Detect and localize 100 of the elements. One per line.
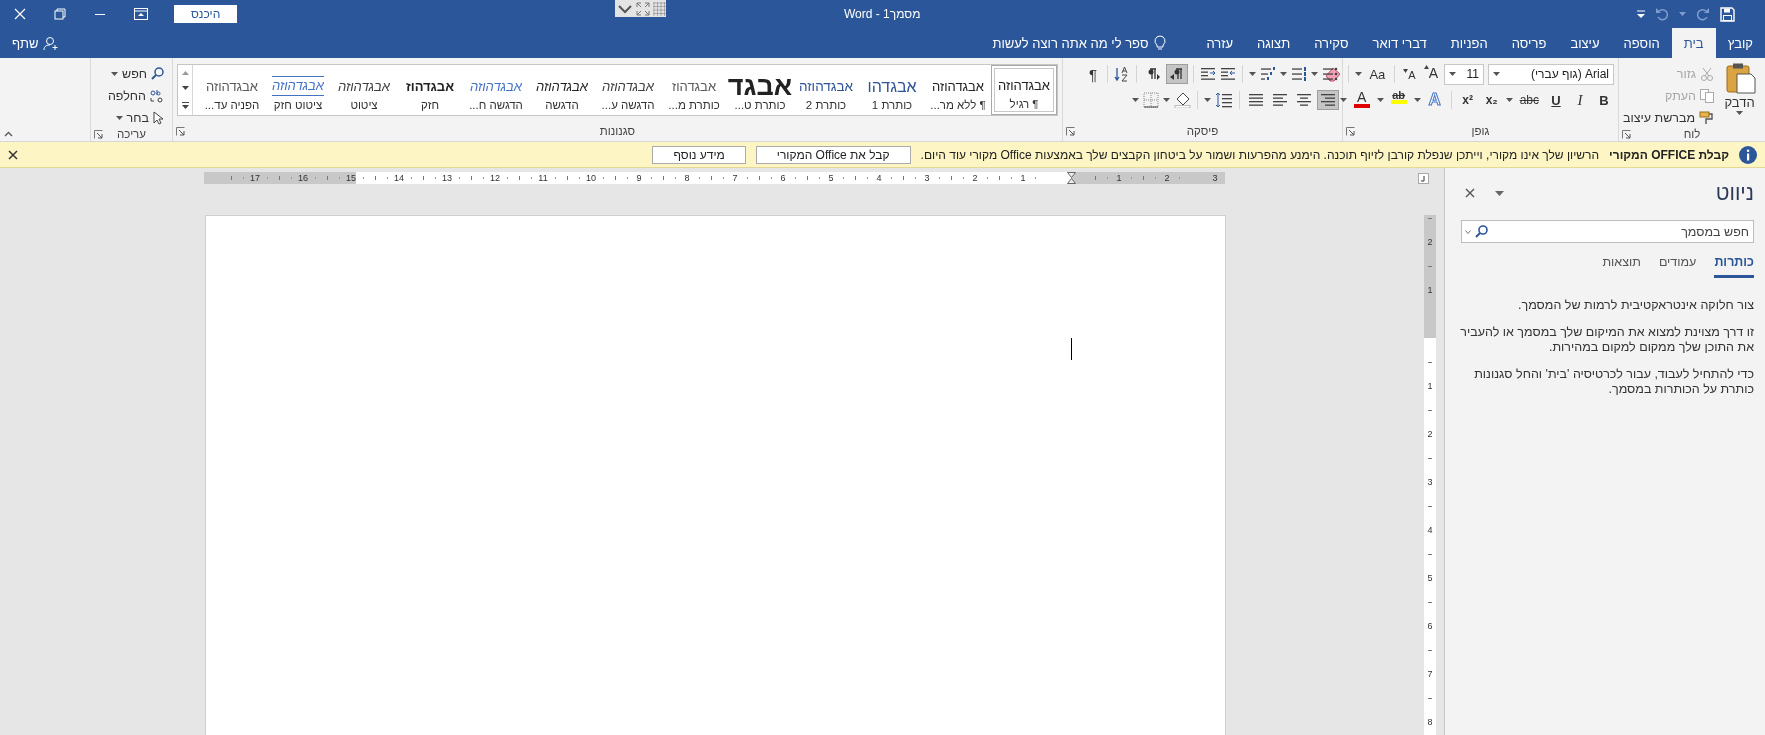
dropdown-icon[interactable] <box>1495 190 1504 196</box>
find-button[interactable]: חפש <box>107 64 164 83</box>
caret-icon[interactable] <box>1132 98 1139 102</box>
dialog-launcher-icon[interactable] <box>1346 126 1355 136</box>
caret-icon[interactable] <box>1204 98 1211 102</box>
style-item[interactable]: אבגדהוזה הדגשה ע... <box>595 65 661 115</box>
info-bar-button[interactable]: קבל את Office המקורי <box>755 145 911 164</box>
font-name-field[interactable]: Arial (גוף עברי) <box>1488 63 1614 85</box>
italic-button[interactable]: I <box>1570 89 1590 111</box>
caret-icon[interactable] <box>1505 98 1513 102</box>
more-styles-icon[interactable] <box>181 102 189 110</box>
ribbon-tab[interactable]: הוספה <box>1611 28 1672 58</box>
line-spacing-icon[interactable] <box>1215 92 1233 108</box>
superscript-button[interactable]: x² <box>1457 89 1478 111</box>
show-formatting-marks-button[interactable]: ¶ <box>1084 65 1101 83</box>
subscript-button[interactable]: x₂ <box>1481 89 1502 111</box>
style-item[interactable]: אבגדהו כותרת 1 <box>859 65 925 115</box>
collapse-ribbon-icon[interactable] <box>4 131 13 137</box>
ribbon-tab[interactable]: סקירה <box>1302 28 1361 58</box>
font-color-button[interactable]: A <box>1350 89 1373 111</box>
ribbon-tab[interactable]: בית <box>1671 28 1716 58</box>
ribbon-tab[interactable]: תצוגה <box>1245 28 1303 58</box>
style-item[interactable]: אבגדהוזה כותרת 2 <box>793 65 859 115</box>
redo-icon[interactable] <box>1696 7 1710 21</box>
style-item[interactable]: אבגדהוז חזק <box>397 65 463 115</box>
dialog-launcher-icon[interactable] <box>1622 129 1631 139</box>
caret-icon[interactable] <box>1280 72 1287 76</box>
borders-icon[interactable] <box>1143 92 1159 108</box>
indent-marker-icon[interactable] <box>1066 172 1076 184</box>
ribbon-tab[interactable]: עיצוב <box>1558 28 1612 58</box>
restore-icon[interactable] <box>54 8 66 20</box>
ribbon-tab[interactable]: עזרה <box>1194 28 1245 58</box>
bullets-icon[interactable] <box>1322 67 1338 81</box>
format-painter-button[interactable]: מברשת עיצוב <box>1623 108 1715 127</box>
sort-icon[interactable] <box>1114 66 1130 82</box>
share-button[interactable]: שתף <box>12 28 59 58</box>
ribbon-display-options-icon[interactable] <box>134 8 148 20</box>
font-size-field[interactable]: 11 <box>1444 63 1484 85</box>
decrease-indent-icon[interactable] <box>1220 67 1236 81</box>
multilevel-list-icon[interactable] <box>1260 67 1276 81</box>
ribbon-tab[interactable]: דברי דואר <box>1360 28 1439 58</box>
style-item[interactable]: אבגדהוזה ¶ ללא מר... <box>925 65 991 115</box>
pane-tab[interactable]: תוצאות <box>1602 255 1641 278</box>
caret-icon[interactable] <box>1449 72 1456 76</box>
caret-icon[interactable] <box>1339 98 1347 102</box>
dialog-launcher-icon[interactable] <box>94 129 103 139</box>
caret-icon[interactable] <box>1355 72 1363 76</box>
caret-icon[interactable] <box>1493 72 1500 76</box>
ribbon-tab[interactable]: הפניות <box>1438 28 1500 58</box>
replace-button[interactable]: החלפה <box>107 86 164 105</box>
strikethrough-button[interactable]: abc <box>1516 89 1542 111</box>
search-icon[interactable] <box>1475 225 1488 238</box>
paste-button[interactable]: הדבק <box>1718 62 1761 127</box>
caret-icon[interactable] <box>1413 98 1421 102</box>
caret-icon[interactable] <box>1376 98 1384 102</box>
close-icon[interactable] <box>1465 188 1475 198</box>
underline-button[interactable]: U <box>1546 89 1566 111</box>
expand-icon[interactable] <box>636 1 650 16</box>
caret-icon[interactable] <box>1465 229 1471 234</box>
tell-me-search[interactable]: ספר לי מה אתה רוצה לעשות <box>992 35 1149 51</box>
dialog-launcher-icon[interactable] <box>1066 126 1075 136</box>
scroll-down-icon[interactable] <box>181 86 189 91</box>
ribbon-tab[interactable]: קובץ <box>1715 28 1765 58</box>
sign-in-button[interactable]: היכנס <box>174 5 238 23</box>
caret-icon[interactable] <box>1163 98 1170 102</box>
style-item[interactable]: אבגדהוזה הדגשה ח... <box>463 65 529 115</box>
numbering-icon[interactable] <box>1291 67 1307 81</box>
highlight-button[interactable]: ab <box>1387 89 1410 111</box>
caret-icon[interactable] <box>1311 72 1318 76</box>
info-bar-button[interactable]: מידע נוסף <box>652 145 746 164</box>
undo-icon[interactable] <box>1655 7 1669 21</box>
pane-tab[interactable]: עמודים <box>1658 255 1697 278</box>
close-icon[interactable] <box>8 149 18 160</box>
style-item[interactable]: אבגדהוזה ¶ רגיל <box>991 65 1057 115</box>
customize-toolbar-icon[interactable] <box>1637 10 1645 18</box>
paint-bucket-icon[interactable] <box>1174 92 1191 108</box>
caret-icon[interactable] <box>111 71 118 76</box>
pane-tab[interactable]: כותרות <box>1714 255 1754 278</box>
grow-font-button[interactable]: A <box>1421 63 1440 85</box>
chevron-down-icon[interactable] <box>617 2 633 15</box>
scroll-up-icon[interactable] <box>181 70 189 75</box>
increase-indent-icon[interactable] <box>1200 67 1216 81</box>
style-item[interactable]: אבגדהוזה ציטוט <box>331 65 397 115</box>
caret-icon[interactable] <box>1249 72 1256 76</box>
ribbon-tab[interactable]: פריסה <box>1499 28 1559 58</box>
caret-icon[interactable] <box>115 115 123 120</box>
style-item[interactable]: אבגד כותרת ט... <box>727 65 793 115</box>
tab-stop-icon[interactable] <box>1418 172 1429 184</box>
style-item[interactable]: אבגדהוזה ציטוט חזק <box>265 65 331 115</box>
style-item[interactable]: אבגדהוזה הפניה עד... <box>199 65 265 115</box>
dialog-launcher-icon[interactable] <box>176 126 185 136</box>
select-button[interactable]: בחר <box>107 108 164 127</box>
bold-button[interactable]: B <box>1594 89 1614 111</box>
search-field[interactable]: חפש במסמך <box>1461 220 1754 243</box>
shrink-font-button[interactable]: A <box>1401 63 1418 85</box>
style-item[interactable]: אבגדהוזה הדגשה <box>529 65 595 115</box>
change-case-button[interactable]: Aa <box>1366 63 1389 85</box>
lightbulb-icon[interactable] <box>1154 35 1167 51</box>
save-icon[interactable] <box>1720 6 1735 22</box>
style-item[interactable]: אבגדהוז כותרת מ... <box>661 65 727 115</box>
